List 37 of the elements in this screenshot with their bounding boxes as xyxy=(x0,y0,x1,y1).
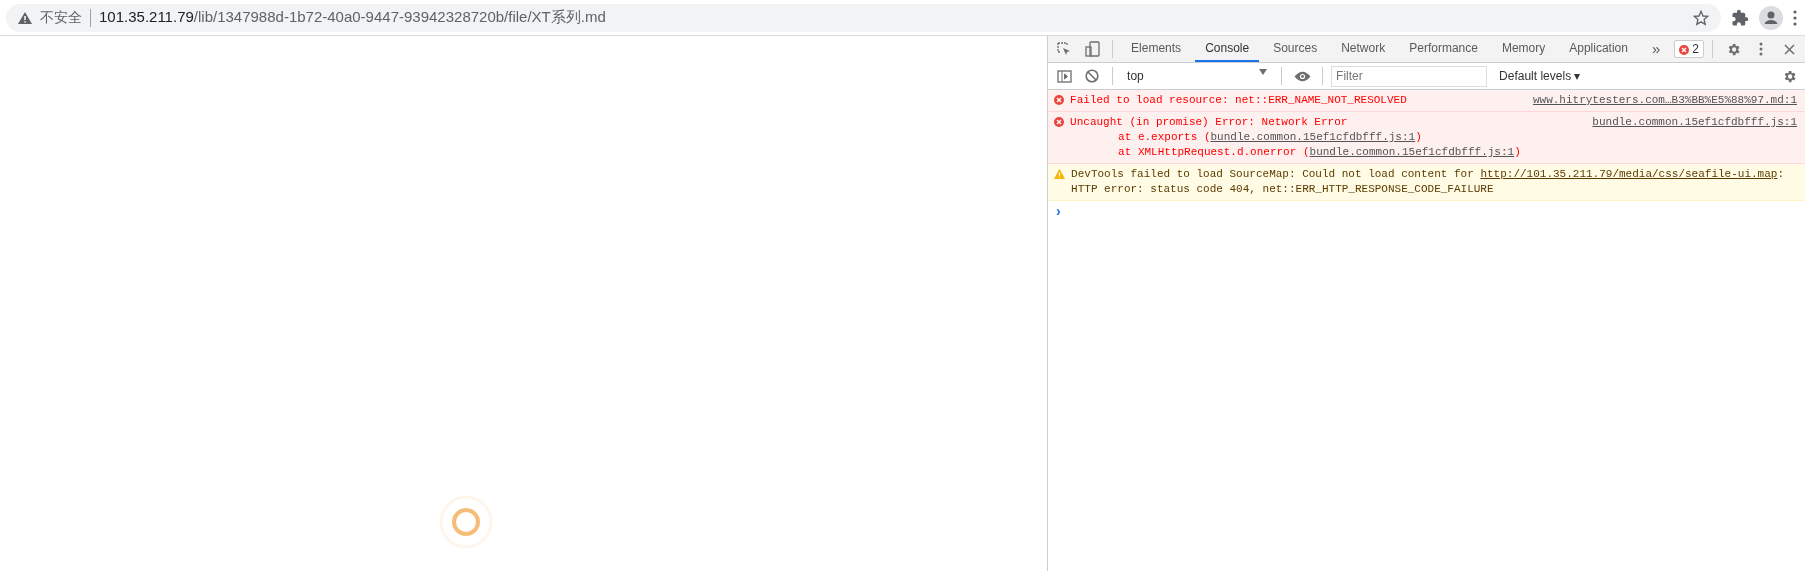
source-link[interactable]: www.hitrytesters.com…B3%BB%E5%88%97.md:1 xyxy=(1532,93,1797,108)
message-text: Uncaught (in promise) Error: Network Error xyxy=(1070,115,1348,130)
error-count-badge[interactable]: 2 xyxy=(1674,40,1704,58)
stack-link[interactable]: bundle.common.15ef1cfdbfff.js:1 xyxy=(1210,131,1416,143)
source-link[interactable]: bundle.common.15ef1cfdbfff.js:1 xyxy=(1592,115,1797,130)
console-prompt[interactable]: › xyxy=(1048,201,1805,221)
devtools-tab[interactable]: Application xyxy=(1559,36,1638,62)
message-text: DevTools failed to load SourceMap: Could not load content for http://101.35.211.79/media/css/seafile-ui.map: HTTP error: status code 404, net::ERR_HTTP_RESPONSE_CODE_FAILURE xyxy=(1071,167,1786,197)
devtools-tab[interactable]: Performance xyxy=(1399,36,1488,62)
context-dropdown[interactable]: top xyxy=(1121,69,1274,83)
menu-icon[interactable] xyxy=(1793,9,1797,26)
more-tabs-button[interactable]: » xyxy=(1641,36,1671,62)
error-icon xyxy=(1054,95,1065,105)
error-icon xyxy=(1679,45,1690,55)
devtools-tab[interactable]: Elements xyxy=(1121,36,1192,62)
avatar-icon[interactable] xyxy=(1759,5,1783,30)
error-count: 2 xyxy=(1692,42,1699,56)
address-bar[interactable]: 不安全 101.35.211.79/lib/1347988d-1b72-40a0-9447-93942328720b/file/XT系列.md xyxy=(6,3,1721,32)
security-label: 不安全 xyxy=(40,8,91,27)
caret-icon xyxy=(1259,69,1268,75)
stack-link[interactable]: bundle.common.15ef1cfdbfff.js:1 xyxy=(1309,146,1515,158)
devtools-tab[interactable]: Sources xyxy=(1263,36,1328,62)
stack-trace-line: at XMLHttpRequest.d.onerror (bundle.common.15ef1cfdbfff.js:1) xyxy=(1117,145,1522,160)
devtools-tab[interactable]: Memory xyxy=(1491,36,1556,62)
puzzle-icon[interactable] xyxy=(1731,8,1749,27)
star-icon[interactable] xyxy=(1693,9,1709,26)
error-icon xyxy=(1054,117,1065,127)
message-text: Failed to load resource: net::ERR_NAME_NOT_RESOLVED xyxy=(1070,93,1407,108)
loading-spinner-icon xyxy=(439,495,493,549)
warning-icon xyxy=(18,11,32,24)
stack-trace-line: at e.exports (bundle.common.15ef1cfdbfff.js:1) xyxy=(1117,130,1423,145)
levels-dropdown[interactable]: Default levels ▾ xyxy=(1491,69,1589,83)
message-link[interactable]: http://101.35.211.79/media/css/seafile-ui.map xyxy=(1480,168,1778,180)
devtools-tab[interactable]: Network xyxy=(1331,36,1396,62)
warning-icon xyxy=(1054,169,1066,179)
url-text: 101.35.211.79/lib/1347988d-1b72-40a0-9447-93942328720b/file/XT系列.md xyxy=(99,8,607,27)
filter-field[interactable]: Filter xyxy=(1331,65,1488,87)
